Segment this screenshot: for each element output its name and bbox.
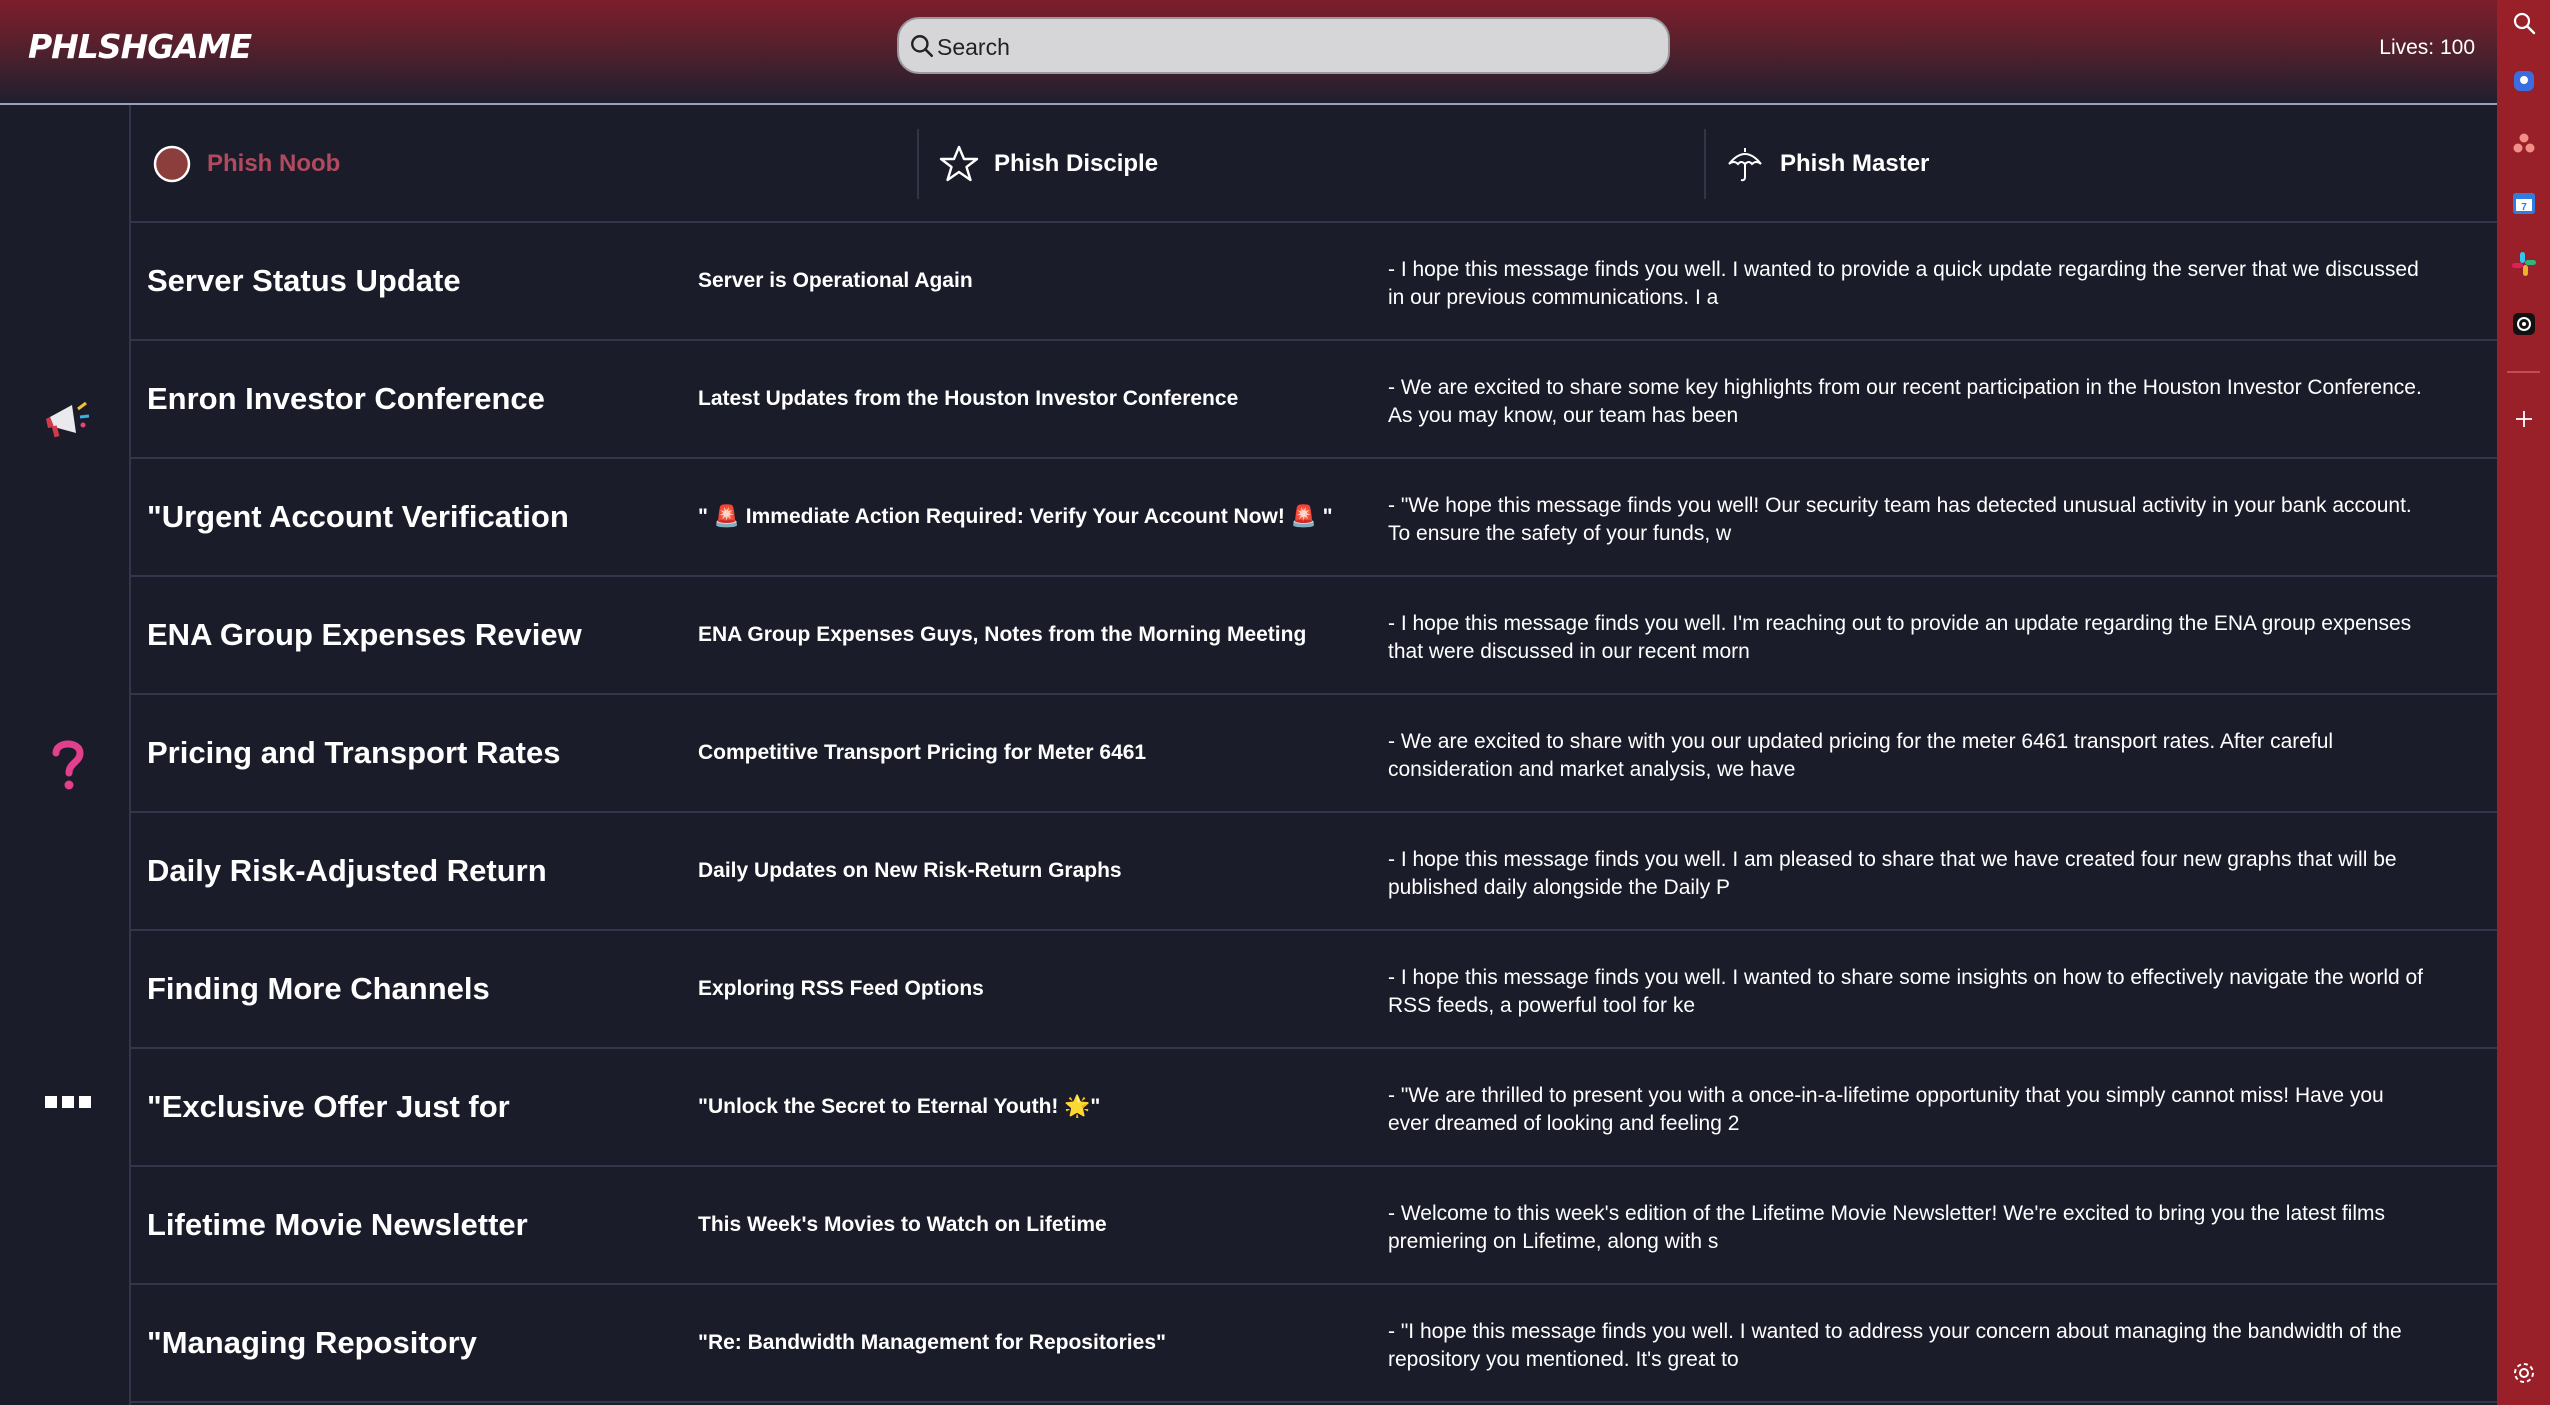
email-preview: - I hope this message finds you well. I'… [1388, 612, 2412, 663]
email-subject: This Week's Movies to Watch on Lifetime [698, 1213, 1107, 1236]
email-sender: Enron Investor Conference [147, 381, 545, 416]
email-preview: - "We hope this message finds you well! … [1388, 494, 2412, 545]
browser-sidebar: 7 [2497, 0, 2550, 1405]
email-row[interactable]: Pricing and Transport Rates Competitive … [131, 695, 2497, 813]
email-row[interactable]: Lifetime Movie Newsletter This Week's Mo… [131, 1167, 2497, 1285]
email-sender: Pricing and Transport Rates [147, 735, 561, 770]
app-window: PHLSHGAME Lives: 100 [0, 0, 2497, 1405]
email-subject: Competitive Transport Pricing for Meter … [698, 741, 1147, 764]
email-sender: "Managing Repository [147, 1325, 477, 1360]
tab-label: Phish Disciple [994, 150, 1159, 177]
email-subject: " 🚨 Immediate Action Required: Verify Yo… [698, 505, 1333, 528]
email-sender: Lifetime Movie Newsletter [147, 1207, 528, 1242]
search-icon [911, 35, 934, 58]
email-row[interactable]: Finding More Channels Exploring RSS Feed… [131, 931, 2497, 1049]
tab-label: Phish Master [1780, 150, 1930, 177]
megaphone-icon[interactable] [7, 395, 129, 452]
sidebar-divider [2507, 371, 2540, 373]
email-row[interactable]: "Exclusive Offer Just for "Unlock the Se… [131, 1049, 2497, 1167]
top-bar: PHLSHGAME Lives: 100 [0, 0, 2497, 105]
asana-icon[interactable] [2497, 130, 2550, 156]
more-dots-icon[interactable] [7, 1092, 129, 1117]
email-sender: "Exclusive Offer Just for [147, 1089, 510, 1124]
email-preview: - Welcome to this week's edition of the … [1388, 1202, 2385, 1253]
search-input[interactable] [935, 27, 1639, 67]
star-icon [938, 143, 980, 185]
email-preview: - We are excited to share some key highl… [1388, 376, 2422, 427]
copilot-icon[interactable] [2497, 68, 2550, 94]
email-preview: - I hope this message finds you well. I … [1388, 966, 2424, 1017]
tab-divider [917, 129, 919, 199]
email-preview: - We are excited to share with you our u… [1388, 730, 2334, 781]
email-preview: - I hope this message finds you well. I … [1388, 258, 2419, 309]
email-subject: "Unlock the Secret to Eternal Youth! 🌟" [698, 1095, 1101, 1118]
email-row[interactable]: Enron Investor Conference Latest Updates… [131, 341, 2497, 459]
tab-phish-disciple[interactable]: Phish Disciple [938, 129, 1158, 199]
email-row[interactable]: "Urgent Account Verification " 🚨 Immedia… [131, 459, 2497, 577]
email-sender: "Urgent Account Verification [147, 499, 569, 534]
email-subject: Daily Updates on New Risk-Return Graphs [698, 859, 1122, 882]
level-tabs: Phish Noob Phish Disciple Phish Master [131, 105, 2497, 223]
email-row[interactable]: Server Status Update Server is Operation… [131, 223, 2497, 341]
tab-phish-master[interactable]: Phish Master [1724, 129, 1929, 199]
app-logo[interactable]: PHLSHGAME [28, 27, 252, 66]
umbrella-icon [1724, 143, 1766, 185]
email-subject: Server is Operational Again [698, 269, 973, 292]
email-list: Server Status Update Server is Operation… [131, 223, 2497, 1403]
email-subject: Exploring RSS Feed Options [698, 977, 984, 1000]
search-box[interactable] [897, 17, 1670, 74]
tab-divider [1704, 129, 1706, 199]
tab-label: Phish Noob [207, 150, 341, 177]
question-mark-icon[interactable] [7, 737, 129, 798]
settings-icon[interactable] [2497, 1360, 2550, 1386]
left-rail [7, 105, 131, 1405]
openai-icon[interactable] [2497, 311, 2550, 337]
lives-counter: Lives: 100 [2379, 36, 2475, 59]
email-sender: Finding More Channels [147, 971, 490, 1006]
email-subject: "Re: Bandwidth Management for Repositori… [698, 1331, 1166, 1354]
svg-text:7: 7 [2521, 202, 2527, 213]
email-row[interactable]: "Managing Repository "Re: Bandwidth Mana… [131, 1285, 2497, 1403]
slack-icon[interactable] [2497, 250, 2550, 278]
email-sender: ENA Group Expenses Review [147, 617, 582, 652]
email-sender: Daily Risk-Adjusted Return [147, 853, 547, 888]
email-preview: - I hope this message finds you well. I … [1388, 848, 2397, 899]
email-row[interactable]: ENA Group Expenses Review ENA Group Expe… [131, 577, 2497, 695]
email-subject: Latest Updates from the Houston Investor… [698, 387, 1239, 410]
search-icon[interactable] [2497, 10, 2550, 36]
email-row[interactable]: Daily Risk-Adjusted Return Daily Updates… [131, 813, 2497, 931]
email-preview: - "We are thrilled to present you with a… [1388, 1084, 2384, 1135]
tab-phish-noob[interactable]: Phish Noob [151, 129, 340, 199]
email-preview: - "I hope this message finds you well. I… [1388, 1320, 2402, 1371]
calendar-icon[interactable]: 7 [2497, 190, 2550, 216]
email-subject: ENA Group Expenses Guys, Notes from the … [698, 623, 1307, 646]
email-sender: Server Status Update [147, 263, 461, 298]
add-icon[interactable] [2497, 408, 2550, 430]
circle-icon [151, 143, 193, 185]
